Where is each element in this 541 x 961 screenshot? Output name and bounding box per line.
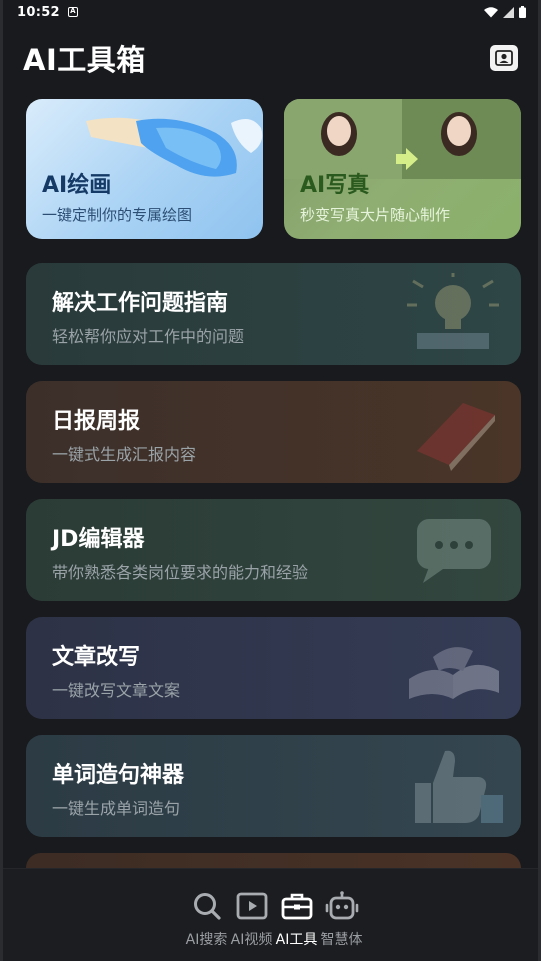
feature-subtitle: 一键定制你的专属绘图 (42, 206, 193, 224)
chat-bubble-icon (417, 519, 491, 583)
tool-card-word-sentence[interactable]: 单词造句神器 一键生成单词造句 (26, 735, 521, 837)
bottom-nav-items: AI搜索 AI视频 AI工具 智慧体 (184, 889, 364, 949)
tool-card-jd-editor[interactable]: JD编辑器 带你熟悉各类岗位要求的能力和经验 (26, 499, 521, 601)
tool-title: 单词造句神器 (52, 763, 185, 788)
feature-card-ai-painting[interactable]: AI绘画 一键定制你的专属绘图 (26, 99, 263, 239)
robot-icon (325, 891, 358, 920)
nav-item-smart-agent[interactable]: 智慧体 (319, 889, 364, 949)
nav-item-ai-tools[interactable]: AI工具 (274, 889, 319, 949)
tool-title: 日报周报 (52, 409, 141, 434)
bottom-nav: AI搜索 AI视频 AI工具 智慧体 (3, 868, 538, 961)
thumbs-up-icon (415, 750, 503, 823)
nav-icon-wrap (189, 889, 225, 923)
tool-card-work-guide[interactable]: 解决工作问题指南 轻松帮你应对工作中的问题 (26, 263, 521, 365)
nav-label: 智慧体 (320, 932, 363, 948)
tool-subtitle: 一键式生成汇报内容 (52, 445, 197, 464)
tool-title: 解决工作问题指南 (52, 291, 229, 316)
nav-label: AI工具 (275, 932, 318, 948)
nav-label: AI搜索 (185, 932, 228, 948)
toolbox-icon (281, 893, 312, 920)
scroll-area[interactable]: AI绘画 一键定制你的专属绘图 AI写真 秒变写真大片随心制作 解决工作问题指南… (3, 0, 538, 868)
tool-list: 解决工作问题指南 轻松帮你应对工作中的问题 日报周报 一键式生成汇报内容 JD编… (26, 263, 521, 868)
feature-title: AI写真 (300, 173, 370, 198)
lightbulb-icon (407, 273, 499, 349)
tool-card-article-rewrite[interactable]: 文章改写 一键改写文章文案 (26, 617, 521, 719)
feature-cards: AI绘画 一键定制你的专属绘图 AI写真 秒变写真大片随心制作 (26, 99, 521, 239)
app-screen: 10:52 A AI工具箱 AI绘画 一键定制你的专属绘图 AI写真 秒变写真大… (0, 0, 541, 961)
tool-subtitle: 一键生成单词造句 (52, 799, 181, 818)
tool-title: 文章改写 (52, 645, 141, 670)
nav-label: AI视频 (230, 932, 273, 948)
nav-icon-wrap (324, 889, 360, 923)
nav-icon-wrap (279, 889, 315, 923)
video-play-icon (236, 892, 267, 920)
nav-item-ai-video[interactable]: AI视频 (229, 889, 274, 949)
tool-card-daily-weekly-report[interactable]: 日报周报 一键式生成汇报内容 (26, 381, 521, 483)
notebook-icon (417, 403, 495, 471)
tool-subtitle: 轻松帮你应对工作中的问题 (52, 327, 245, 346)
nav-item-ai-search[interactable]: AI搜索 (184, 889, 229, 949)
feature-title: AI绘画 (42, 173, 112, 198)
feature-card-ai-portrait[interactable]: AI写真 秒变写真大片随心制作 (284, 99, 521, 239)
search-icon (193, 893, 221, 920)
nav-icon-wrap (234, 889, 270, 923)
tool-subtitle: 一键改写文章文案 (52, 681, 181, 700)
tool-subtitle: 带你熟悉各类岗位要求的能力和经验 (52, 563, 309, 582)
tool-title: JD编辑器 (52, 527, 145, 552)
tool-card-partial[interactable] (26, 853, 521, 868)
feature-subtitle: 秒变写真大片随心制作 (300, 206, 451, 224)
open-book-icon (409, 647, 499, 699)
